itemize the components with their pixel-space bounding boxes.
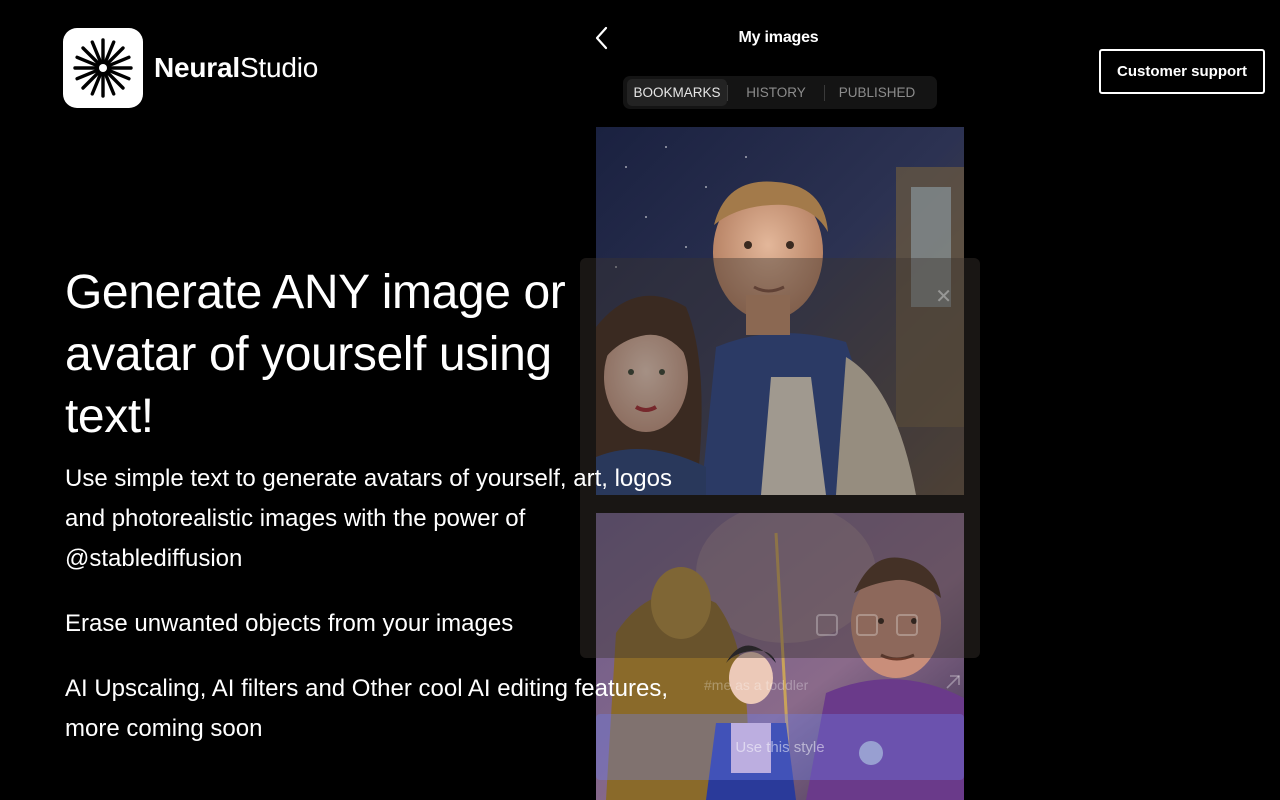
copy-icon[interactable]: [856, 614, 878, 636]
brand-name-regular: Studio: [239, 52, 319, 83]
close-icon[interactable]: ✕: [935, 284, 952, 309]
hero-description: Use simple text to generate avatars of y…: [65, 465, 672, 572]
brand-name: NeuralStudio: [154, 52, 318, 84]
prompt-text: #me as a toddler: [704, 677, 809, 693]
tab-history[interactable]: HISTORY: [728, 79, 824, 106]
feature-erase: Erase unwanted objects from your images: [65, 610, 514, 637]
hero-title: Generate ANY image or avatar of yourself…: [65, 266, 566, 443]
phone-topbar: My images BOOKMARKS HISTORY PUBLISHED: [580, 0, 980, 120]
feature-upscaling: AI Upscaling, AI filters and Other cool …: [65, 675, 668, 742]
modal-actions: [816, 614, 918, 636]
customer-support-button[interactable]: Customer support: [1099, 49, 1265, 94]
brand-name-bold: Neural: [154, 52, 240, 83]
send-icon[interactable]: [816, 614, 838, 636]
image-tabs: BOOKMARKS HISTORY PUBLISHED: [623, 76, 937, 109]
phone-title: My images: [738, 29, 819, 46]
share-icon[interactable]: [896, 614, 918, 636]
hero-section: Generate ANY image or avatar of yourself…: [65, 262, 705, 749]
expand-icon[interactable]: [944, 675, 960, 691]
brand-logo[interactable]: NeuralStudio: [63, 28, 318, 108]
tab-published[interactable]: PUBLISHED: [825, 79, 929, 106]
tab-bookmarks[interactable]: BOOKMARKS: [627, 79, 727, 106]
starburst-icon: [63, 28, 143, 108]
